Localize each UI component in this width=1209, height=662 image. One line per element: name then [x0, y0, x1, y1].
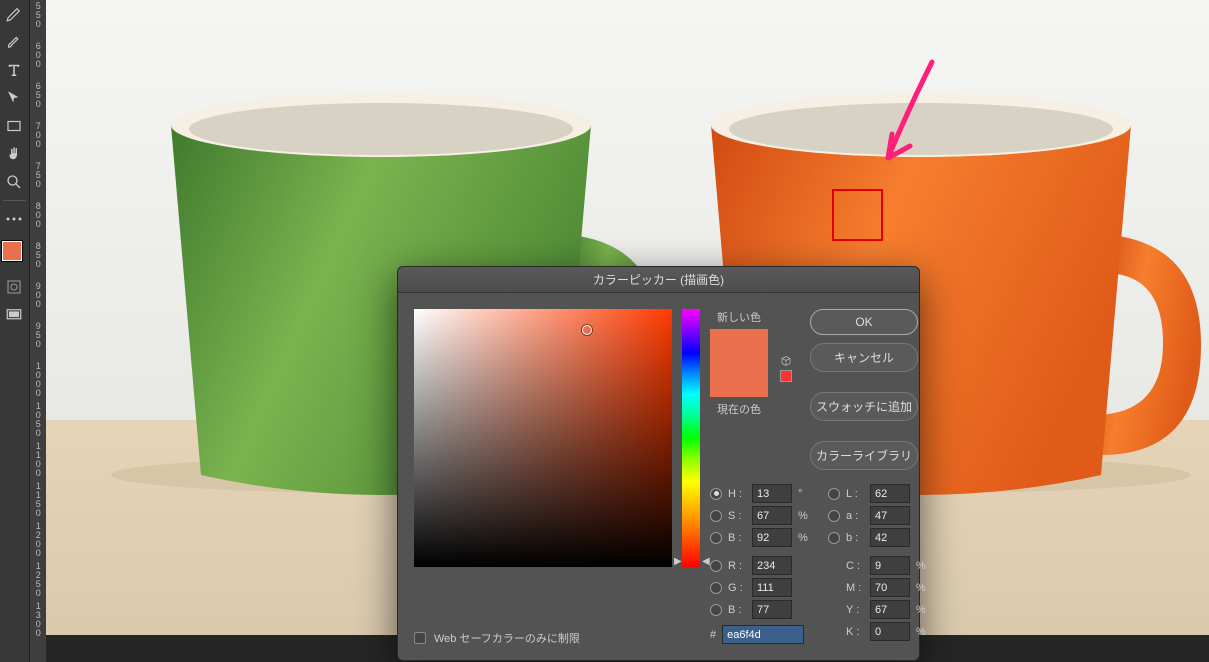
b-input[interactable] [752, 528, 792, 547]
color-picker-dialog: カラーピッカー (描画色) ▶ ◀ 新しい色 現在の色 [397, 266, 920, 661]
vertical-ruler: 5506006507007508008509009501000105011001… [30, 0, 46, 662]
hue-pointer-icon: ▶ [674, 556, 682, 567]
rectangle-tool-icon[interactable] [0, 112, 28, 140]
sv-cursor[interactable] [582, 325, 592, 335]
hand-tool-icon[interactable] [0, 140, 28, 168]
m-input[interactable] [870, 578, 910, 597]
hex-input[interactable] [722, 625, 804, 644]
h-label: H : [728, 488, 746, 500]
web-safe-label: Web セーフカラーのみに制限 [434, 630, 580, 646]
current-color-swatch[interactable] [710, 363, 768, 397]
hash-label: # [710, 629, 716, 641]
m-label: M : [846, 582, 864, 594]
new-color-swatch [710, 329, 768, 363]
h-input[interactable] [752, 484, 792, 503]
color-swatches[interactable] [0, 241, 28, 273]
nearest-websafe-swatch[interactable] [780, 370, 792, 382]
more-tools-icon[interactable] [0, 205, 28, 233]
k-input[interactable] [870, 622, 910, 641]
y-label: Y : [846, 604, 864, 616]
web-safe-checkbox[interactable] [414, 632, 426, 644]
b-radio[interactable] [710, 532, 722, 544]
r-label: R : [728, 560, 746, 572]
l-label: L : [846, 488, 864, 500]
c-input[interactable] [870, 556, 910, 575]
dialog-title: カラーピッカー (描画色) [398, 267, 919, 293]
r-radio[interactable] [710, 560, 722, 572]
y-input[interactable] [870, 600, 910, 619]
k-label: K : [846, 626, 864, 638]
new-color-label: 新しい色 [717, 309, 761, 325]
lab-b-label: b : [846, 532, 864, 544]
b2-radio[interactable] [710, 604, 722, 616]
h-radio[interactable] [710, 488, 722, 500]
color-libraries-button[interactable]: カラーライブラリ [810, 441, 918, 470]
pen-tool-icon[interactable] [0, 0, 28, 28]
tools-panel [0, 0, 30, 662]
add-swatch-button[interactable]: スウォッチに追加 [810, 392, 918, 421]
g-input[interactable] [752, 578, 792, 597]
lab-b-radio[interactable] [828, 532, 840, 544]
a-input[interactable] [870, 506, 910, 525]
l-radio[interactable] [828, 488, 840, 500]
quickmask-icon[interactable] [0, 273, 28, 301]
current-color-label: 現在の色 [717, 401, 761, 417]
type-tool-icon[interactable] [0, 56, 28, 84]
g-label: G : [728, 582, 746, 594]
hue-slider[interactable] [682, 309, 700, 567]
saturation-value-field[interactable] [414, 309, 672, 567]
a-radio[interactable] [828, 510, 840, 522]
b2-input[interactable] [752, 600, 792, 619]
screenmode-icon[interactable] [0, 301, 28, 329]
move-tool-icon[interactable] [0, 84, 28, 112]
foreground-color-swatch[interactable] [2, 241, 22, 261]
color-preview [710, 329, 768, 397]
cube-icon[interactable] [780, 355, 792, 367]
hue-pointer-icon: ◀ [702, 556, 710, 567]
r-input[interactable] [752, 556, 792, 575]
a-label: a : [846, 510, 864, 522]
zoom-tool-icon[interactable] [0, 168, 28, 196]
s-radio[interactable] [710, 510, 722, 522]
l-input[interactable] [870, 484, 910, 503]
b-label: B : [728, 532, 746, 544]
b2-label: B : [728, 604, 746, 616]
c-label: C : [846, 560, 864, 572]
ok-button[interactable]: OK [810, 309, 918, 335]
lab-b-input[interactable] [870, 528, 910, 547]
s-input[interactable] [752, 506, 792, 525]
s-label: S : [728, 510, 746, 522]
cancel-button[interactable]: キャンセル [810, 343, 918, 372]
g-radio[interactable] [710, 582, 722, 594]
brush-tool-icon[interactable] [0, 28, 28, 56]
